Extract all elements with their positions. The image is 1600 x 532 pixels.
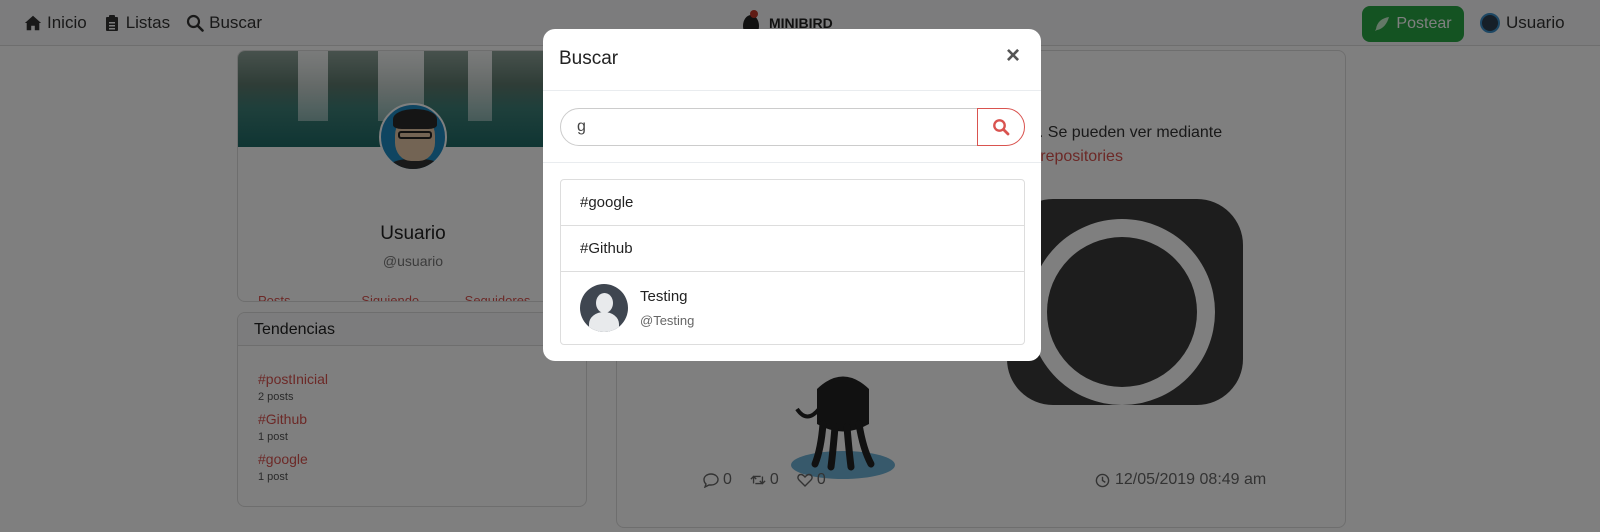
close-button[interactable]: × (999, 41, 1027, 71)
search-button[interactable] (977, 108, 1025, 146)
result-hashtag-label: #Github (580, 240, 633, 257)
search-results: #google #Github Testing @Testing (560, 179, 1025, 345)
avatar-body (589, 312, 619, 332)
user-handle: @Testing (640, 313, 695, 328)
user-name: Testing (640, 288, 688, 305)
result-hashtag-label: #google (580, 194, 634, 211)
modal-divider (543, 162, 1041, 163)
user-info: Testing @Testing (640, 288, 694, 328)
result-user[interactable]: Testing @Testing (561, 272, 1024, 344)
user-avatar (580, 284, 628, 332)
modal-title: Buscar (559, 48, 619, 69)
search-icon (993, 119, 1010, 136)
modal-header: Buscar × (543, 29, 1041, 91)
avatar-head (596, 293, 613, 313)
search-row (560, 108, 1025, 146)
result-hashtag[interactable]: #google (561, 180, 1024, 226)
result-hashtag[interactable]: #Github (561, 226, 1024, 272)
search-modal: Buscar × #google #Github Testing @Testin… (543, 29, 1041, 361)
search-input[interactable] (560, 108, 978, 146)
